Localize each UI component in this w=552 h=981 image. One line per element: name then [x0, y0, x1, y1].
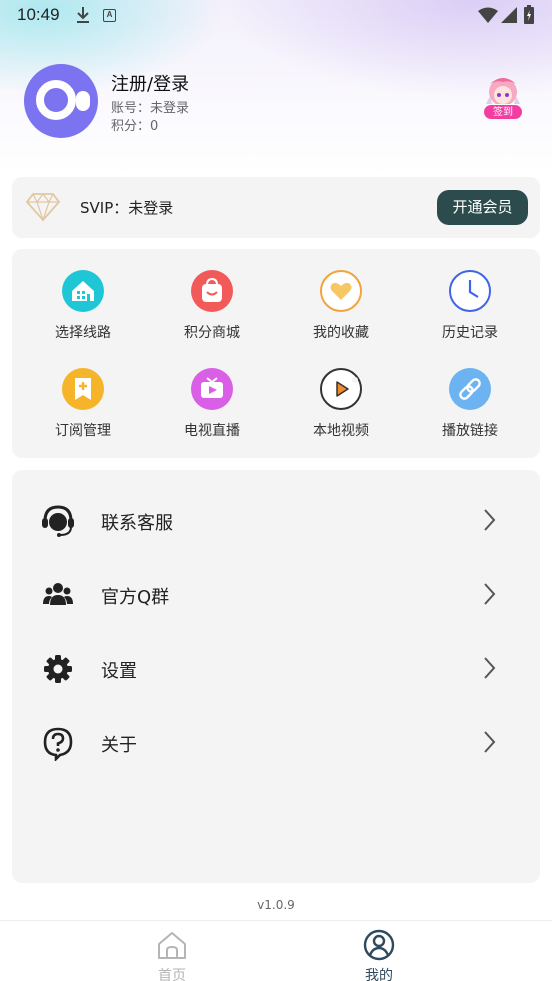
menu-label: 联系客服: [101, 513, 173, 534]
clock-icon: [449, 270, 491, 312]
feature-grid: 选择线路 积分商城 我的收藏 历史记录 订阅管理 电视直播 本地视频 播放链接: [12, 249, 540, 458]
open-membership-button[interactable]: 开通会员: [437, 190, 528, 225]
grid-label: 我的收藏: [313, 325, 369, 341]
chevron-right-icon: [482, 656, 496, 684]
version-label: v1.0.9: [257, 898, 295, 912]
bookmark-plus-icon: [62, 368, 104, 410]
user-icon: [363, 929, 395, 965]
app-notification-icon: A: [103, 9, 116, 22]
help-icon: [40, 725, 76, 763]
nav-label-mine: 我的: [365, 968, 393, 981]
headset-icon: [40, 503, 76, 539]
tv-icon: [191, 368, 233, 410]
wifi-icon: [478, 7, 498, 27]
grid-label: 订阅管理: [55, 423, 111, 439]
grid-label: 本地视频: [313, 423, 369, 439]
grid-label: 电视直播: [184, 423, 240, 439]
chevron-right-icon: [482, 730, 496, 758]
status-time: 10:49: [17, 5, 60, 24]
diamond-icon: [25, 191, 61, 227]
svip-status: SVIP：未登录: [80, 199, 174, 217]
checkin-label: 签到: [483, 104, 523, 120]
signal-icon: [501, 7, 517, 27]
grid-label: 播放链接: [442, 423, 498, 439]
battery-icon: [524, 5, 534, 28]
group-icon: [40, 577, 76, 613]
grid-item-favorites[interactable]: 我的收藏: [286, 270, 396, 350]
svip-card: SVIP：未登录 开通会员: [12, 177, 540, 238]
menu-label: 关于: [101, 735, 137, 756]
shopping-bag-icon: [191, 270, 233, 312]
bottom-nav: 首页 我的: [0, 920, 552, 981]
nav-label-home: 首页: [158, 968, 186, 981]
grid-item-subscription[interactable]: 订阅管理: [28, 368, 138, 448]
menu-card: 联系客服 官方Q群 设置 关于: [12, 470, 540, 883]
grid-item-tv-live[interactable]: 电视直播: [157, 368, 267, 448]
checkin-button[interactable]: 签到: [480, 74, 526, 124]
menu-label: 官方Q群: [101, 587, 170, 608]
status-bar: 10:49 A: [0, 0, 552, 30]
menu-item-qq-group[interactable]: 官方Q群: [12, 563, 540, 623]
profile-login-link[interactable]: 注册/登录: [111, 70, 189, 96]
anime-girl-icon: [486, 78, 520, 106]
grid-label: 历史记录: [442, 325, 498, 341]
grid-item-play-link[interactable]: 播放链接: [415, 368, 525, 448]
menu-label: 设置: [101, 661, 137, 682]
play-circle-icon: [320, 368, 362, 410]
profile-points: 积分：0: [111, 119, 159, 134]
nav-tab-home[interactable]: 首页: [132, 927, 212, 981]
grid-item-route[interactable]: 选择线路: [28, 270, 138, 350]
grid-label: 选择线路: [55, 325, 111, 341]
avatar-logo-dot: [76, 91, 90, 111]
gear-icon: [40, 651, 76, 687]
grid-item-points-mall[interactable]: 积分商城: [157, 270, 267, 350]
download-icon: [75, 6, 91, 24]
grid-item-local-video[interactable]: 本地视频: [286, 368, 396, 448]
profile-account: 账号：未登录: [111, 101, 190, 116]
menu-item-settings[interactable]: 设置: [12, 637, 540, 697]
link-icon: [449, 368, 491, 410]
building-icon: [62, 270, 104, 312]
chevron-right-icon: [482, 582, 496, 610]
menu-item-about[interactable]: 关于: [12, 711, 540, 771]
grid-label: 积分商城: [184, 325, 240, 341]
menu-item-customer-service[interactable]: 联系客服: [12, 489, 540, 549]
avatar-logo-ring: [36, 80, 76, 120]
grid-item-history[interactable]: 历史记录: [415, 270, 525, 350]
heart-icon: [320, 270, 362, 312]
avatar[interactable]: [24, 64, 98, 138]
chevron-right-icon: [482, 508, 496, 536]
nav-tab-mine[interactable]: 我的: [339, 927, 419, 981]
home-icon: [156, 929, 188, 965]
